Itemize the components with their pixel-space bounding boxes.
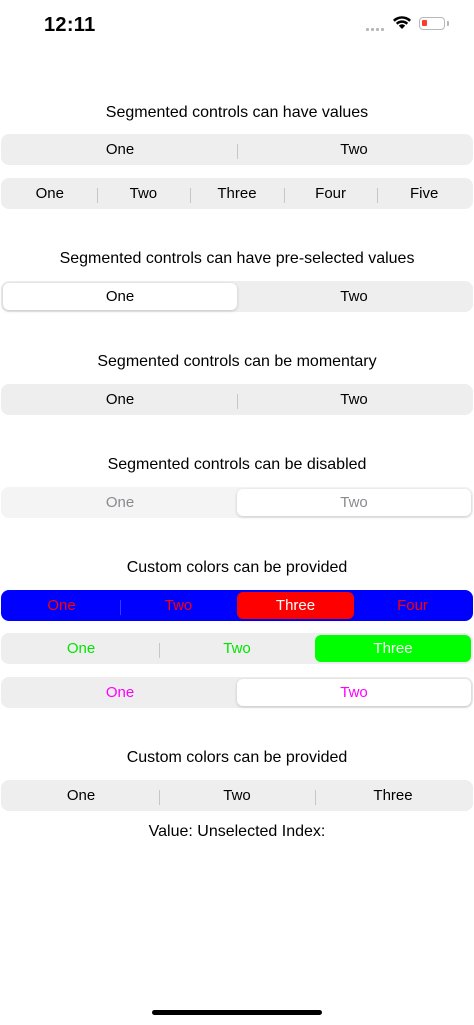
value-readout: Value: Unselected Index: (148, 823, 326, 840)
segmented-control-preselected[interactable]: One Two (1, 281, 473, 312)
segment-two[interactable]: Two (237, 136, 471, 163)
segmented-control-values-two[interactable]: One Two (1, 134, 473, 165)
segment-three-selected[interactable]: Three (237, 592, 354, 619)
segment-two[interactable]: Two (96, 180, 191, 207)
segment-two[interactable]: Two (237, 283, 471, 310)
segment-two-selected[interactable]: Two (237, 679, 471, 706)
segment-one[interactable]: One (3, 136, 237, 163)
battery-tip (447, 21, 449, 26)
segment-one: One (105, 494, 135, 511)
segment-one[interactable]: One (3, 386, 237, 413)
heading-values: Segmented controls can have values (105, 104, 369, 121)
segmented-control-values-five[interactable]: One Two Three Four Five (1, 178, 473, 209)
segment-one[interactable]: One (3, 635, 159, 662)
segment-two[interactable]: Two (237, 386, 471, 413)
heading-custom-colors-2: Custom colors can be provided (126, 749, 348, 766)
segment-four[interactable]: Four (283, 180, 378, 207)
segmented-control-blue[interactable]: One Two Three Four (1, 590, 473, 621)
segment-three[interactable]: Three (190, 180, 284, 207)
segment-two[interactable]: Two (159, 782, 315, 809)
segment-one[interactable]: One (3, 679, 237, 706)
segmented-control-magenta[interactable]: One Two (1, 677, 473, 708)
segmented-control-custom-2[interactable]: One Two Three (1, 780, 473, 811)
home-indicator (152, 1010, 322, 1015)
heading-disabled: Segmented controls can be disabled (107, 456, 367, 473)
segment-four[interactable]: Four (354, 592, 471, 619)
status-time: 12:11 (44, 14, 96, 36)
segment-two[interactable]: Two (120, 592, 237, 619)
segment-three[interactable]: Three (315, 782, 471, 809)
segment-three-selected[interactable]: Three (315, 635, 471, 662)
segment-one[interactable]: One (3, 782, 159, 809)
cellular-signal-icon (366, 28, 384, 31)
segment-two-selected: Two (237, 489, 471, 516)
segment-one[interactable]: One (3, 592, 120, 619)
wifi-icon (393, 16, 411, 29)
battery-icon (419, 17, 445, 30)
segment-one-selected[interactable]: One (3, 283, 237, 310)
segment-five[interactable]: Five (377, 180, 471, 207)
segmented-control-disabled: One Two (1, 487, 473, 518)
heading-momentary: Segmented controls can be momentary (97, 353, 377, 370)
segmented-control-momentary[interactable]: One Two (1, 384, 473, 415)
segmented-control-green[interactable]: One Two Three (1, 633, 473, 664)
segment-one[interactable]: One (3, 180, 97, 207)
heading-custom-colors: Custom colors can be provided (126, 559, 348, 576)
heading-preselected: Segmented controls can have pre-selected… (59, 250, 415, 267)
status-bar: 12:11 (0, 0, 474, 50)
segment-two[interactable]: Two (159, 635, 315, 662)
